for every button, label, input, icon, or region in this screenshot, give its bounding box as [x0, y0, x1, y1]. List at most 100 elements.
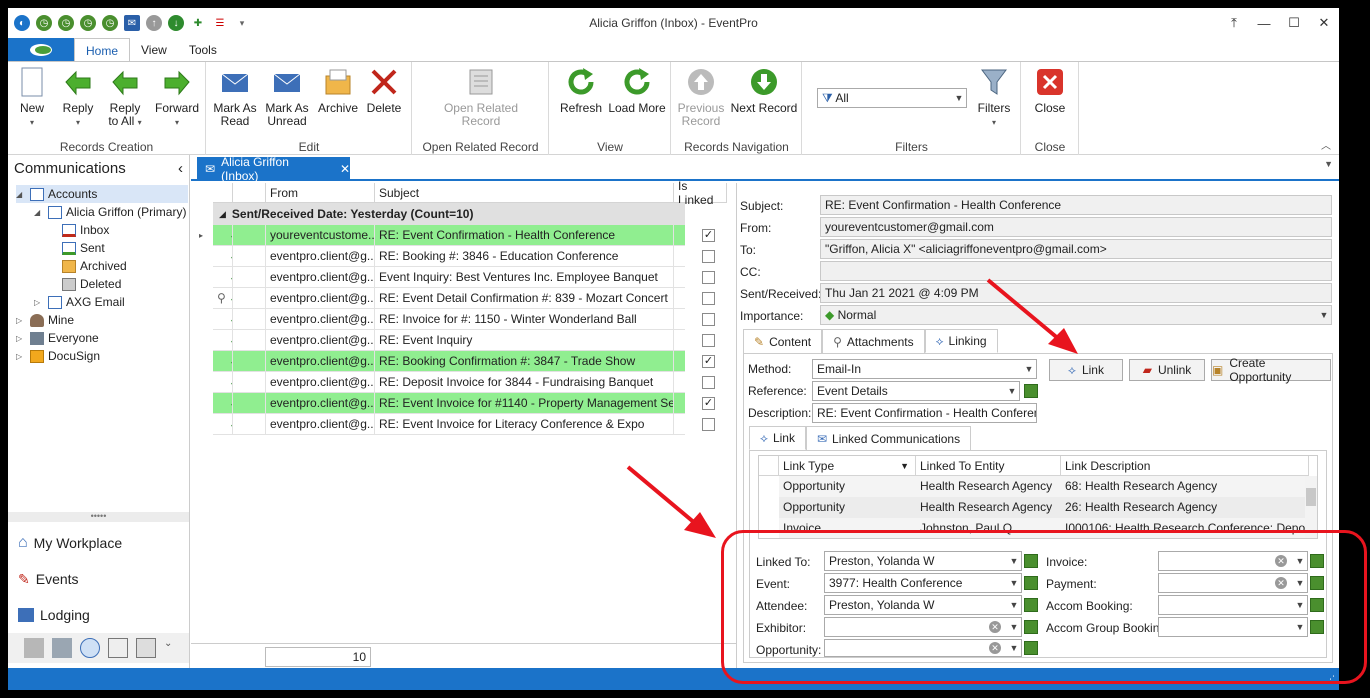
- qat-dropdown-icon[interactable]: ▾: [234, 15, 250, 31]
- is-linked-checkbox[interactable]: [702, 418, 715, 431]
- tree-node-archived[interactable]: Archived: [62, 257, 127, 275]
- clear-icon[interactable]: ✕: [1275, 555, 1287, 567]
- linked-to-lookup-icon[interactable]: [1024, 554, 1038, 568]
- tab-attachments[interactable]: ⚲ Attachments: [822, 329, 925, 353]
- filter-dropdown-icon[interactable]: ▼: [900, 456, 915, 476]
- grid-group-row[interactable]: ◢ Sent/Received Date: Yesterday (Count=1…: [213, 203, 685, 225]
- tree-node-inbox[interactable]: Inbox: [62, 221, 109, 239]
- table-row[interactable]: ◆ eventpro.client@g...RE: Invoice for #: …: [213, 309, 715, 330]
- mark-unread-button[interactable]: Mark As Unread: [263, 66, 311, 128]
- link-button[interactable]: ⟡ Link: [1049, 359, 1123, 381]
- clipboard-icon[interactable]: [108, 638, 128, 658]
- collapse-group-icon[interactable]: ◢: [219, 209, 226, 220]
- links-header-type[interactable]: Link Type ▼: [779, 456, 916, 476]
- is-linked-checkbox[interactable]: [702, 334, 715, 347]
- expand-arrow-icon[interactable]: ▷: [34, 298, 44, 307]
- event-lookup-icon[interactable]: [1024, 576, 1038, 590]
- table-row[interactable]: ◆ eventpro.client@g...RE: Booking Confirm…: [213, 351, 715, 372]
- clock-icon[interactable]: ◷: [58, 15, 74, 31]
- reply-all-button[interactable]: Reply to All ▾: [104, 66, 146, 129]
- table-row[interactable]: Opportunity Health Research Agency 26: Hea…: [779, 497, 1309, 518]
- create-opportunity-button[interactable]: ▣ Create Opportunity: [1211, 356, 1331, 384]
- tab-dropdown-icon[interactable]: ▼: [1324, 159, 1333, 169]
- links-header-linked-to[interactable]: Linked To Entity: [916, 456, 1061, 476]
- subtab-linked-communications[interactable]: ✉ Linked Communications: [805, 426, 972, 450]
- reference-lookup-icon[interactable]: [1024, 384, 1038, 398]
- tab-tools[interactable]: Tools: [178, 38, 228, 62]
- tree-node-everyone[interactable]: ▷ Everyone: [16, 329, 99, 347]
- nav-splitter[interactable]: •••••: [8, 512, 189, 522]
- invoice-select[interactable]: ✕ ▼: [1158, 551, 1308, 571]
- tab-home[interactable]: Home: [74, 38, 131, 62]
- expand-arrow-icon[interactable]: ▷: [16, 316, 26, 325]
- mail-icon[interactable]: ✉: [124, 15, 140, 31]
- method-select[interactable]: Email-In ▼: [812, 359, 1037, 379]
- previous-record-button[interactable]: Previous Record: [676, 66, 726, 128]
- tree-node-accounts[interactable]: ◢ Accounts: [16, 185, 188, 203]
- tree-node-mine[interactable]: ▷ Mine: [16, 311, 74, 329]
- reference-select[interactable]: Event Details ▼: [812, 381, 1020, 401]
- is-linked-checkbox[interactable]: [702, 313, 715, 326]
- close-window-button[interactable]: ✕: [1309, 8, 1339, 38]
- expand-arrow-icon[interactable]: ▷: [16, 352, 26, 361]
- resize-grip-icon[interactable]: ⋰: [1326, 674, 1335, 685]
- open-related-record-button[interactable]: Open Related Record: [435, 66, 527, 128]
- is-linked-checkbox[interactable]: [702, 376, 715, 389]
- tree-node-deleted[interactable]: Deleted: [62, 275, 121, 293]
- table-row[interactable]: ◆ eventpro.client@g...Event Inquiry: Best…: [213, 267, 715, 288]
- is-linked-checkbox[interactable]: [702, 271, 715, 284]
- delete-button[interactable]: Delete: [363, 66, 405, 115]
- chat-bubble-icon[interactable]: [80, 638, 100, 658]
- forward-button[interactable]: Forward ▾: [152, 66, 202, 129]
- table-row[interactable]: ◆ eventpro.client@g...RE: Event Invoice f…: [213, 414, 715, 435]
- grid-header-icon-col[interactable]: [213, 183, 233, 203]
- grid-header-is-linked[interactable]: Is Linked: [674, 179, 727, 207]
- is-linked-checkbox[interactable]: [702, 292, 715, 305]
- app-logo-icon[interactable]: ◐: [14, 15, 30, 31]
- nav-events[interactable]: ✎ Events: [8, 561, 189, 597]
- table-row[interactable]: ◆ eventpro.client@g...RE: Deposit Invoice…: [213, 372, 715, 393]
- filter-select[interactable]: ⧩ All ▼: [817, 88, 967, 108]
- invoice-lookup-icon[interactable]: [1310, 554, 1324, 568]
- filters-button[interactable]: Filters ▾: [973, 66, 1015, 129]
- table-row[interactable]: ◆ eventpro.client@g...RE: Booking #: 3846…: [213, 246, 715, 267]
- table-row[interactable]: ◆ eventpro.client@g...RE: Event Invoice f…: [213, 393, 715, 414]
- close-record-button[interactable]: Close: [1030, 66, 1070, 115]
- clear-icon[interactable]: ✕: [1275, 577, 1287, 589]
- tree-node-docusign[interactable]: ▷ DocuSign: [16, 347, 100, 365]
- mark-read-button[interactable]: Mark As Read: [213, 66, 257, 128]
- clock-icon[interactable]: ◷: [36, 15, 52, 31]
- unlink-button[interactable]: ▰ Unlink: [1129, 359, 1205, 381]
- tab-content[interactable]: ✎ Content: [743, 329, 823, 353]
- linked-to-select[interactable]: Preston, Yolanda W ▼: [824, 551, 1022, 571]
- clock-icon[interactable]: ◷: [102, 15, 118, 31]
- links-scrollbar[interactable]: [1305, 476, 1317, 538]
- minimize-button[interactable]: —: [1249, 8, 1279, 38]
- building-icon[interactable]: [24, 638, 44, 658]
- load-more-button[interactable]: Load More: [608, 66, 666, 115]
- tree-node-axg-email[interactable]: ▷ AXG Email: [34, 293, 125, 311]
- is-linked-checkbox[interactable]: [702, 250, 715, 263]
- new-button[interactable]: New ▾: [14, 66, 50, 129]
- clear-icon[interactable]: ✕: [989, 621, 1001, 633]
- is-linked-checkbox[interactable]: ✓: [702, 397, 715, 410]
- expand-arrow-icon[interactable]: ▷: [16, 334, 26, 343]
- payment-lookup-icon[interactable]: [1310, 576, 1324, 590]
- file-menu-button[interactable]: [8, 38, 74, 62]
- attendee-lookup-icon[interactable]: [1024, 598, 1038, 612]
- accom-booking-lookup-icon[interactable]: [1310, 598, 1324, 612]
- accom-group-booking-select[interactable]: ▼: [1158, 617, 1308, 637]
- tree-node-sent[interactable]: Sent: [62, 239, 105, 257]
- document-icon[interactable]: [52, 638, 72, 658]
- tab-view[interactable]: View: [130, 38, 178, 62]
- scrollbar-thumb[interactable]: [1306, 488, 1316, 506]
- add-list-icon[interactable]: ✚: [190, 15, 206, 31]
- expand-arrow-icon[interactable]: ◢: [34, 208, 44, 217]
- opportunity-lookup-icon[interactable]: [1024, 641, 1038, 655]
- exhibitor-lookup-icon[interactable]: [1024, 620, 1038, 634]
- table-row[interactable]: Invoice Johnston, Paul Q I000106: Health R…: [779, 518, 1309, 538]
- table-row[interactable]: ◆ eventpro.client@g...RE: Event Inquiry: [213, 330, 715, 351]
- description-input[interactable]: RE: Event Confirmation - Health Conferen…: [812, 403, 1037, 423]
- list-icon[interactable]: ☰: [212, 15, 228, 31]
- expand-arrow-icon[interactable]: ◢: [16, 190, 26, 199]
